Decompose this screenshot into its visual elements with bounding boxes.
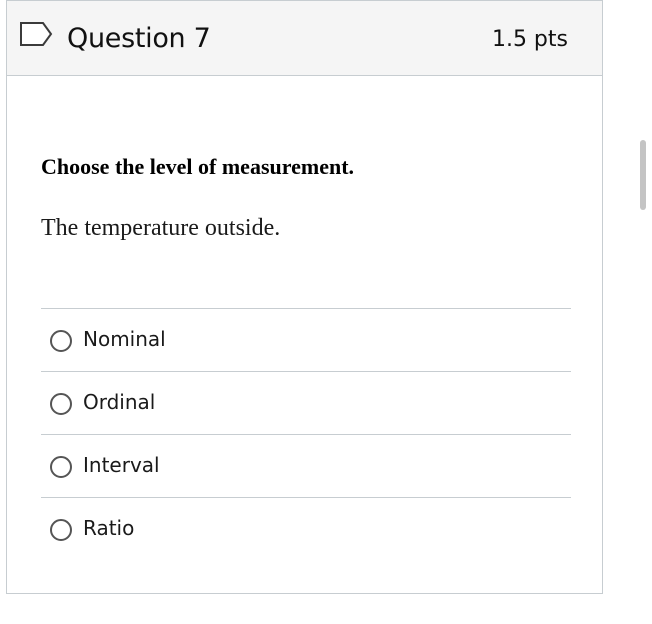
scrollbar-thumb[interactable]: [640, 140, 646, 210]
question-title: Question 7: [67, 23, 211, 54]
answer-option-interval[interactable]: Interval: [41, 434, 571, 497]
question-card: Question 7 1.5 pts Choose the level of m…: [6, 0, 603, 594]
answer-label[interactable]: Nominal: [83, 325, 166, 353]
question-instruction: Choose the level of measurement.: [41, 154, 355, 179]
question-text: The temperature outside.: [41, 215, 281, 241]
question-points: 1.5 pts: [491, 27, 568, 52]
radio-button[interactable]: [50, 393, 72, 415]
answer-option-ordinal[interactable]: Ordinal: [41, 371, 571, 434]
answer-list: Nominal Ordinal Interval Ratio: [41, 308, 571, 560]
radio-button[interactable]: [50, 519, 72, 541]
answer-label[interactable]: Ordinal: [83, 388, 155, 416]
answer-label[interactable]: Ratio: [83, 514, 134, 542]
answer-label[interactable]: Interval: [83, 451, 160, 479]
question-header: Question 7 1.5 pts: [7, 1, 602, 76]
answer-option-nominal[interactable]: Nominal: [41, 308, 571, 371]
answer-option-ratio[interactable]: Ratio: [41, 497, 571, 560]
radio-button[interactable]: [50, 330, 72, 352]
radio-button[interactable]: [50, 456, 72, 478]
flag-icon[interactable]: [19, 21, 53, 47]
